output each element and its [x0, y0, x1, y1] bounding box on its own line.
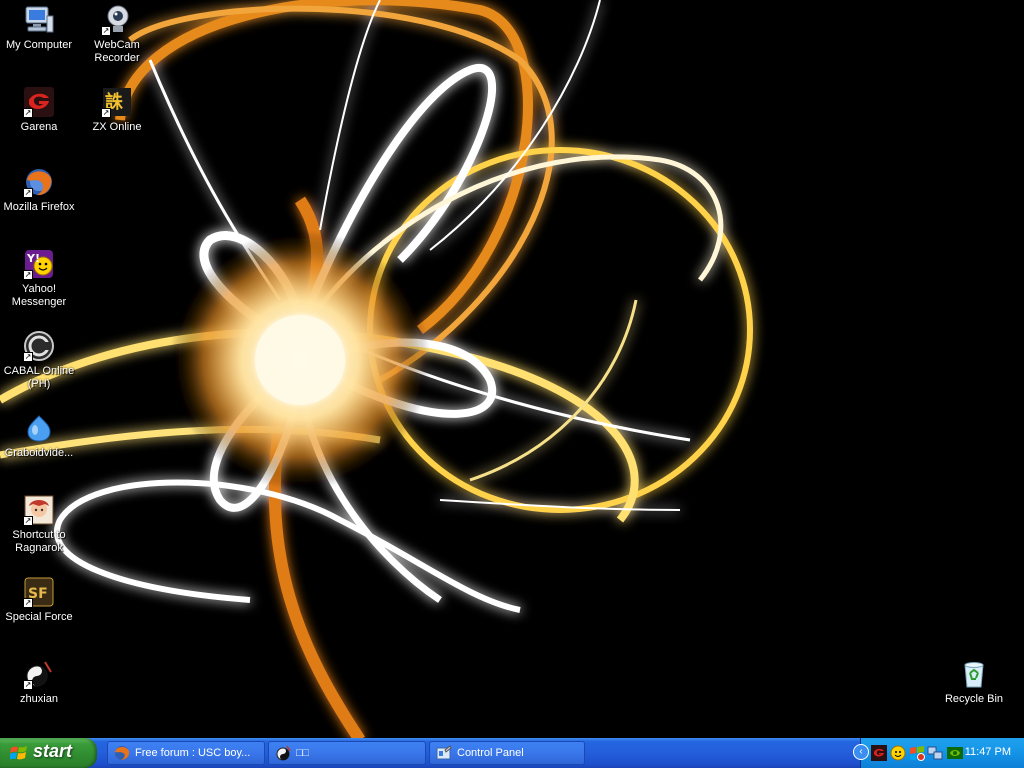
- firefox-icon: [115, 746, 130, 760]
- task-button-control-panel[interactable]: Control Panel: [429, 741, 585, 765]
- desktop-icon-label: Recycle Bin: [944, 693, 1004, 705]
- ragnarok-icon: ↗: [23, 494, 55, 526]
- yahoo-messenger-icon: Y! ↗: [23, 248, 55, 280]
- desktop-icon-garena[interactable]: ↗ Garena: [0, 86, 78, 134]
- shortcut-arrow-icon: ↗: [23, 188, 33, 198]
- desktop-icon-label: My Computer: [5, 39, 73, 51]
- desktop-icon-ragnarok[interactable]: ↗ Shortcut to Ragnarok: [0, 494, 78, 555]
- svg-text:Y!: Y!: [26, 252, 40, 265]
- clock[interactable]: 11:47 PM: [965, 746, 1011, 758]
- shortcut-arrow-icon: ↗: [23, 680, 33, 690]
- recycle-bin-icon: [958, 658, 990, 690]
- start-button[interactable]: start: [0, 738, 97, 768]
- desktop[interactable]: My Computer ↗ WebCam Recorder ↗ Garena 誅…: [0, 0, 1024, 738]
- cabal-online-icon: ↗: [23, 330, 55, 362]
- shortcut-arrow-icon: ↗: [23, 352, 33, 362]
- shortcut-arrow-icon: ↗: [101, 108, 111, 118]
- garena-tray-icon[interactable]: [871, 745, 887, 761]
- shortcut-arrow-icon: ↗: [23, 598, 33, 608]
- game-window-icon: [276, 745, 291, 761]
- shortcut-arrow-icon: ↗: [101, 26, 111, 36]
- desktop-icon-cabal-online[interactable]: ↗ CABAL Online (PH): [0, 330, 78, 391]
- desktop-icon-my-computer[interactable]: My Computer: [0, 4, 78, 52]
- network-tray-icon[interactable]: [927, 745, 943, 761]
- desktop-icon-label: CABAL Online (PH): [3, 365, 75, 390]
- shortcut-arrow-icon: ↗: [23, 108, 33, 118]
- nvidia-tray-icon[interactable]: [947, 745, 963, 761]
- security-tray-icon[interactable]: [909, 745, 925, 761]
- shortcut-arrow-icon: ↗: [23, 516, 33, 526]
- desktop-icon-label: zhuxian: [20, 693, 58, 705]
- system-tray: ‹ 11:47 PM: [853, 738, 1024, 768]
- yahoo-tray-icon[interactable]: [890, 745, 906, 761]
- graboid-icon: [23, 412, 55, 444]
- desktop-icon-graboid[interactable]: Graboidvide...: [0, 412, 78, 460]
- start-label: start: [33, 741, 73, 761]
- desktop-icon-label: WebCam Recorder: [94, 39, 140, 64]
- desktop-icon-label: Shortcut to Ragnarok: [12, 529, 66, 554]
- task-label: Control Panel: [457, 747, 524, 759]
- expand-tray-icon[interactable]: ‹: [853, 744, 869, 760]
- task-button-game-window[interactable]: □□: [268, 741, 426, 765]
- desktop-icon-label: Mozilla Firefox: [3, 201, 75, 213]
- zhuxian-icon: ↗: [23, 658, 55, 690]
- task-label: □□: [296, 747, 310, 759]
- shortcut-arrow-icon: ↗: [23, 270, 33, 280]
- desktop-icon-label: Graboidvide...: [4, 447, 74, 459]
- control-panel-icon: [436, 745, 452, 760]
- garena-icon: ↗: [23, 86, 55, 118]
- desktop-icon-label: Garena: [20, 121, 58, 133]
- desktop-icon-special-force[interactable]: SF ↗ Special Force: [0, 576, 78, 624]
- task-button-firefox[interactable]: Free forum : USC boy...: [107, 741, 265, 765]
- taskbar: start Free forum : USC boy... □□ Control…: [0, 738, 1024, 768]
- desktop-icon-label: Special Force: [5, 611, 73, 623]
- desktop-icon-recycle-bin[interactable]: Recycle Bin: [935, 658, 1013, 706]
- windows-logo-icon: [10, 746, 27, 760]
- desktop-icon-mozilla-firefox[interactable]: ↗ Mozilla Firefox: [0, 166, 78, 214]
- my-computer-icon: [23, 4, 55, 36]
- zx-online-icon: 誅 ↗: [101, 86, 133, 118]
- firefox-icon: ↗: [23, 166, 55, 198]
- desktop-icon-label: ZX Online: [92, 121, 142, 133]
- desktop-icon-zhuxian[interactable]: ↗ zhuxian: [0, 658, 78, 706]
- task-label: Free forum : USC boy...: [135, 747, 251, 759]
- desktop-icon-yahoo-messenger[interactable]: Y! ↗ Yahoo! Messenger: [0, 248, 78, 309]
- desktop-icon-zx-online[interactable]: 誅 ↗ ZX Online: [78, 86, 156, 134]
- desktop-icon-webcam-recorder[interactable]: ↗ WebCam Recorder: [78, 4, 156, 65]
- desktop-icon-label: Yahoo! Messenger: [11, 283, 67, 308]
- webcam-icon: ↗: [101, 4, 133, 36]
- special-force-icon: SF ↗: [23, 576, 55, 608]
